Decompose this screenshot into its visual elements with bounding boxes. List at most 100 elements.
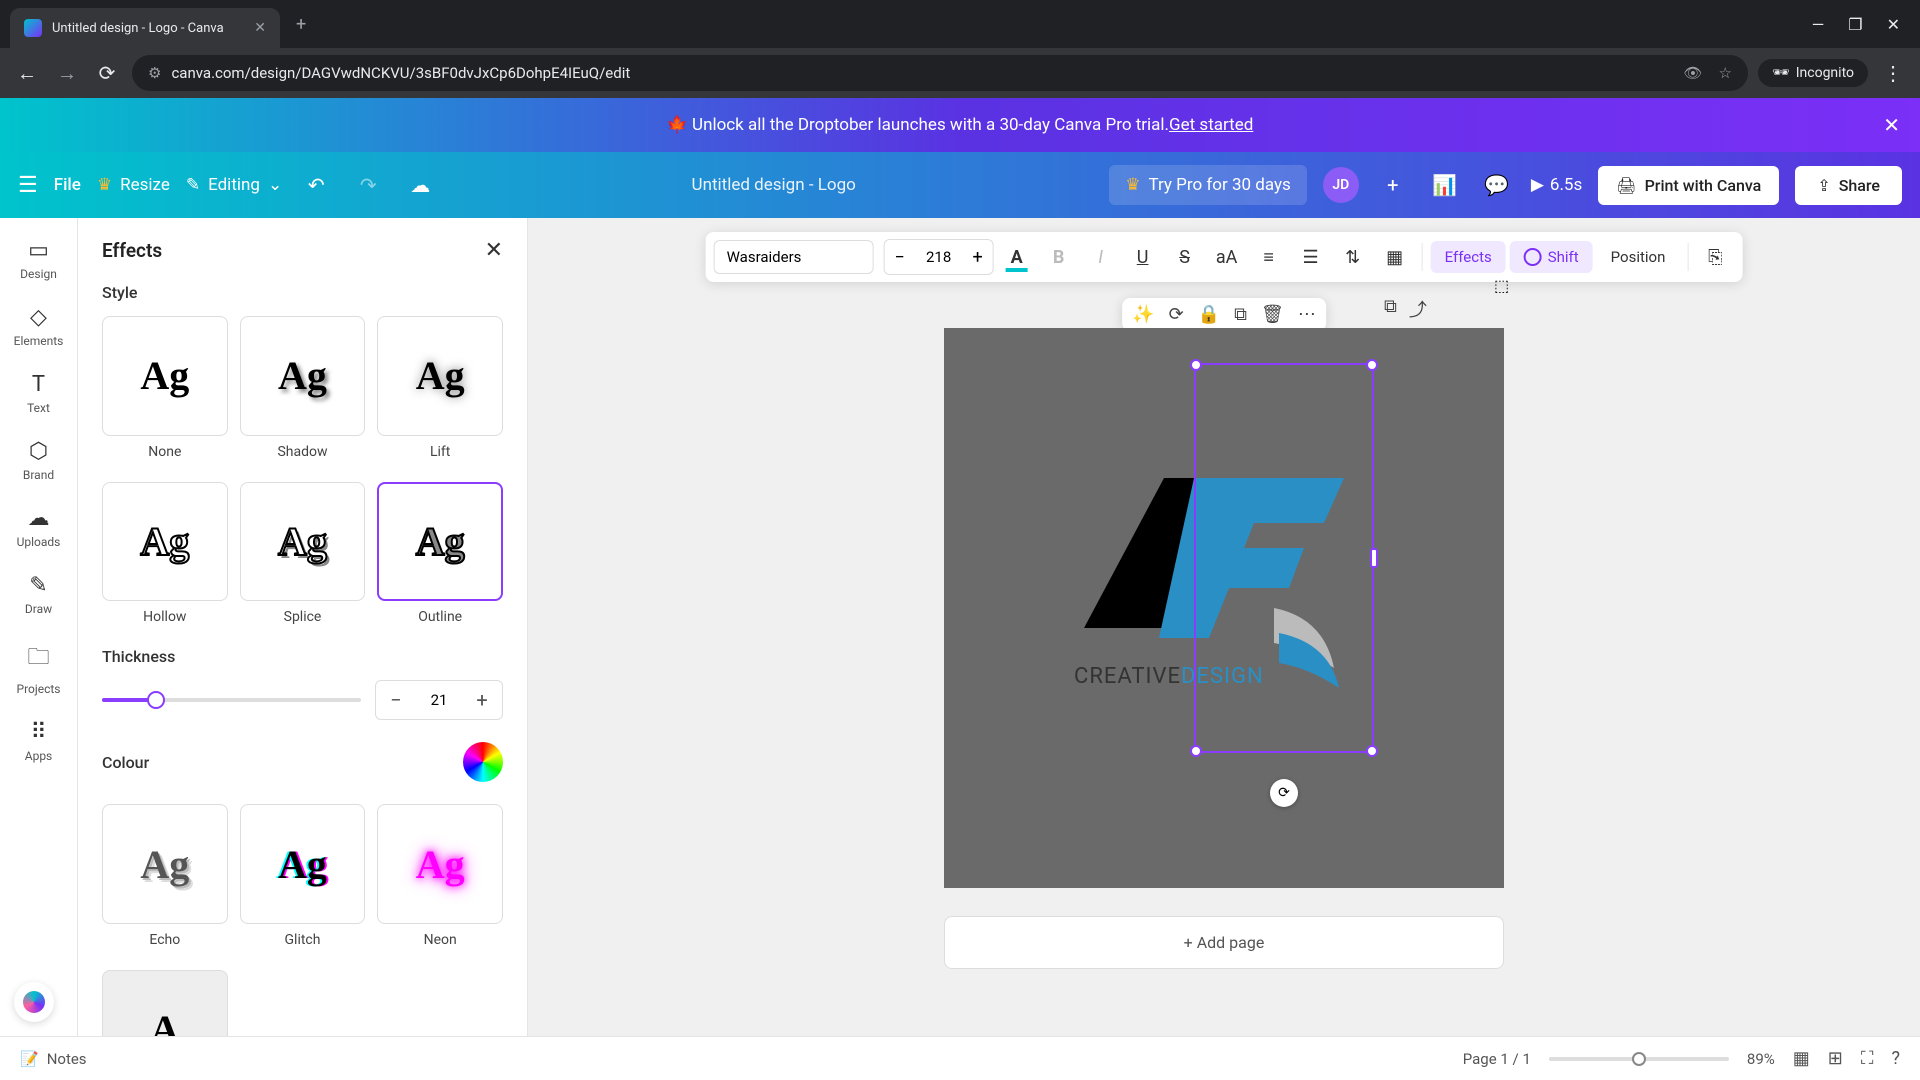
bookmark-icon[interactable]: ☆ [1718,64,1731,82]
thumbnail-view-icon[interactable]: ⊞ [1828,1048,1843,1069]
style-lift[interactable]: AgLift [377,316,503,460]
underline-button[interactable]: U [1124,239,1162,275]
promo-close-icon[interactable]: ✕ [1883,113,1900,137]
tab-close-icon[interactable]: ✕ [254,20,266,36]
back-button[interactable]: ← [12,58,42,88]
shift-button[interactable]: Shift [1510,241,1593,273]
sidebar-item-brand[interactable]: ⬡Brand [0,429,77,492]
thickness-slider[interactable] [102,698,361,702]
italic-button[interactable]: I [1082,239,1120,275]
uppercase-button[interactable]: aA [1208,239,1246,275]
spacing-button[interactable]: ⇅ [1334,239,1372,275]
text-color-button[interactable]: A [998,239,1036,275]
try-pro-button[interactable]: ♛Try Pro for 30 days [1109,165,1307,205]
sidebar-item-projects[interactable]: 🗀Projects [0,630,77,706]
undo-button[interactable]: ↶ [298,167,334,203]
menu-icon[interactable]: ☰ [18,173,38,198]
sync-icon[interactable]: ⟳ [1169,304,1184,325]
file-menu[interactable]: File [54,175,81,195]
bold-button[interactable]: B [1040,239,1078,275]
position-button[interactable]: Position [1597,241,1680,273]
fullscreen-icon[interactable]: ⛶ [1861,1048,1874,1069]
style-shadow[interactable]: AgShadow [240,316,366,460]
style-neon[interactable]: AgNeon [377,804,503,948]
maximize-icon[interactable]: ❐ [1848,15,1862,34]
font-size-value[interactable]: 218 [915,248,963,266]
redo-button[interactable]: ↷ [350,167,386,203]
promo-cta-link[interactable]: Get started [1169,115,1253,135]
minimize-icon[interactable]: ― [1812,15,1825,34]
lock-icon[interactable]: 🔒 [1198,304,1220,325]
eye-off-icon[interactable]: 👁 [1683,64,1702,82]
sidebar-item-design[interactable]: ▭Design [0,228,77,291]
thickness-increase-button[interactable]: + [462,681,502,719]
thickness-value[interactable]: 21 [416,691,462,709]
more-icon[interactable]: ⋯ [1298,304,1316,325]
print-button[interactable]: 🖨Print with Canva [1598,166,1779,205]
sidebar-item-text[interactable]: TText [0,362,77,425]
add-page-button[interactable]: + Add page [944,916,1504,969]
forward-button[interactable]: → [52,58,82,88]
panel-close-icon[interactable]: ✕ [485,238,503,263]
sidebar-item-elements[interactable]: ◇Elements [0,295,77,358]
page-indicator[interactable]: Page 1 / 1 [1463,1050,1531,1068]
present-button[interactable]: ▶6.5s [1531,175,1582,195]
new-tab-button[interactable]: + [296,14,306,35]
analytics-icon[interactable]: 📊 [1427,167,1463,203]
grid-view-icon[interactable]: ▦ [1793,1048,1810,1069]
cloud-sync-icon[interactable]: ☁ [402,167,438,203]
transparency-button[interactable]: ▦ [1376,239,1414,275]
magic-edit-icon[interactable]: ✨ [1132,304,1154,325]
resize-handle-tl[interactable] [1190,359,1202,371]
export-icon[interactable]: ⤴ [1409,296,1427,322]
rotate-handle[interactable]: ⟳ [1270,779,1298,807]
style-splice[interactable]: AgSplice [240,482,366,626]
logo-text-1[interactable]: CREATIVE [1074,664,1181,689]
font-size-decrease-button[interactable]: − [885,240,915,274]
magic-button[interactable] [14,982,54,1022]
incognito-chip[interactable]: 🕶 Incognito [1758,59,1868,87]
resize-button[interactable]: ♛Resize [97,175,170,195]
share-button[interactable]: ⇪Share [1795,166,1902,205]
site-settings-icon[interactable]: ⚙ [148,64,161,82]
notes-button[interactable]: 📝 Notes [20,1050,87,1068]
selection-box[interactable]: ⟳ [1194,363,1374,753]
delete-icon[interactable]: 🗑 [1261,304,1284,325]
editing-dropdown[interactable]: ✎ Editing ⌄ [186,175,282,195]
reload-button[interactable]: ⟳ [92,58,122,88]
help-icon[interactable]: ? [1891,1048,1900,1069]
strikethrough-button[interactable]: S [1166,239,1204,275]
style-glitch[interactable]: AgGlitch [240,804,366,948]
sidebar-item-draw[interactable]: ✎Draw [0,563,77,626]
zoom-slider[interactable] [1549,1057,1729,1061]
font-size-increase-button[interactable]: + [963,240,993,274]
colour-picker-button[interactable] [463,742,503,782]
sidebar-item-uploads[interactable]: ☁Uploads [0,496,77,559]
style-echo[interactable]: AgEcho [102,804,228,948]
resize-handle-bl[interactable] [1190,745,1202,757]
design-canvas[interactable]: CREATIVEDESIGN ⟳ [944,328,1504,888]
style-none[interactable]: AgNone [102,316,228,460]
address-bar[interactable]: ⚙ canva.com/design/DAGVwdNCKVU/3sBF0dvJx… [132,55,1748,91]
thickness-decrease-button[interactable]: − [376,681,416,719]
layers-icon[interactable]: ⧉ [1384,296,1397,322]
resize-handle-mr[interactable] [1370,548,1378,568]
style-outline[interactable]: AgOutline [377,482,503,626]
resize-handle-tr[interactable] [1366,359,1378,371]
sidebar-item-apps[interactable]: ⠿Apps [0,710,77,773]
resize-handle-br[interactable] [1366,745,1378,757]
copy-style-button[interactable]: ⎘ [1696,239,1734,275]
comment-icon[interactable]: 💬 [1479,167,1515,203]
duplicate-icon[interactable]: ⧉ [1234,304,1247,325]
font-family-dropdown[interactable]: Wasraiders [714,240,874,274]
browser-tab[interactable]: Untitled design - Logo - Canva ✕ [10,8,280,48]
browser-menu-icon[interactable]: ⋮ [1878,58,1908,88]
add-collaborator-icon[interactable]: + [1375,167,1411,203]
style-hollow[interactable]: AgHollow [102,482,228,626]
list-button[interactable]: ☰ [1292,239,1330,275]
zoom-value[interactable]: 89% [1747,1050,1775,1068]
effects-button[interactable]: Effects [1431,241,1506,273]
style-more[interactable]: A [102,970,228,1036]
document-title[interactable]: Untitled design - Logo [454,175,1093,195]
close-window-icon[interactable]: ✕ [1887,15,1900,34]
